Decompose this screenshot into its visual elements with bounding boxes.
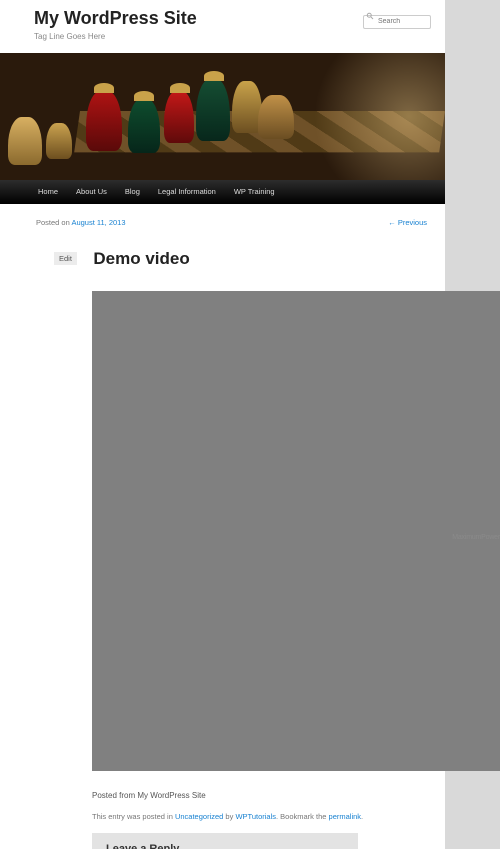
author-link[interactable]: WPTutorials: [235, 812, 276, 821]
site-tagline: Tag Line Goes Here: [34, 32, 429, 41]
meta-suffix: .: [361, 812, 363, 821]
primary-nav: Home About Us Blog Legal Information WP …: [0, 180, 445, 204]
nav-item-legal[interactable]: Legal Information: [150, 180, 224, 204]
reply-title: Leave a Reply: [106, 843, 344, 849]
posted-on-label: Posted on: [36, 218, 71, 227]
search-icon: [366, 12, 374, 20]
post-title: Demo video: [93, 249, 189, 269]
nav-item-blog[interactable]: Blog: [117, 180, 148, 204]
entry-footer-meta: This entry was posted in Uncategorized b…: [92, 812, 427, 821]
meta-bookmark: . Bookmark the: [276, 812, 329, 821]
post-date-link[interactable]: August 11, 2013: [71, 218, 125, 227]
meta-prefix: This entry was posted in: [92, 812, 175, 821]
main-content: Posted on August 11, 2013 ← Previous Edi…: [0, 204, 445, 849]
nav-item-about[interactable]: About Us: [68, 180, 115, 204]
comment-form: Leave a Reply: [92, 833, 358, 849]
video-embed-placeholder[interactable]: [92, 291, 500, 771]
nav-item-home[interactable]: Home: [30, 180, 66, 204]
header-image[interactable]: [0, 53, 445, 180]
search-box: [363, 10, 431, 29]
posted-from-text: Posted from My WordPress Site: [92, 791, 427, 800]
site-header: My WordPress Site Tag Line Goes Here: [0, 0, 445, 45]
watermark-text: MaximumPower: [452, 534, 500, 541]
nav-previous-link[interactable]: ← Previous: [388, 218, 427, 227]
category-link[interactable]: Uncategorized: [175, 812, 223, 821]
edit-button[interactable]: Edit: [54, 252, 77, 265]
meta-by: by: [223, 812, 235, 821]
entry-content: Edit Demo video Posted from My WordPress…: [36, 249, 427, 849]
permalink-link[interactable]: permalink: [329, 812, 362, 821]
post-date-meta: Posted on August 11, 2013: [36, 218, 126, 227]
nav-item-training[interactable]: WP Training: [226, 180, 283, 204]
